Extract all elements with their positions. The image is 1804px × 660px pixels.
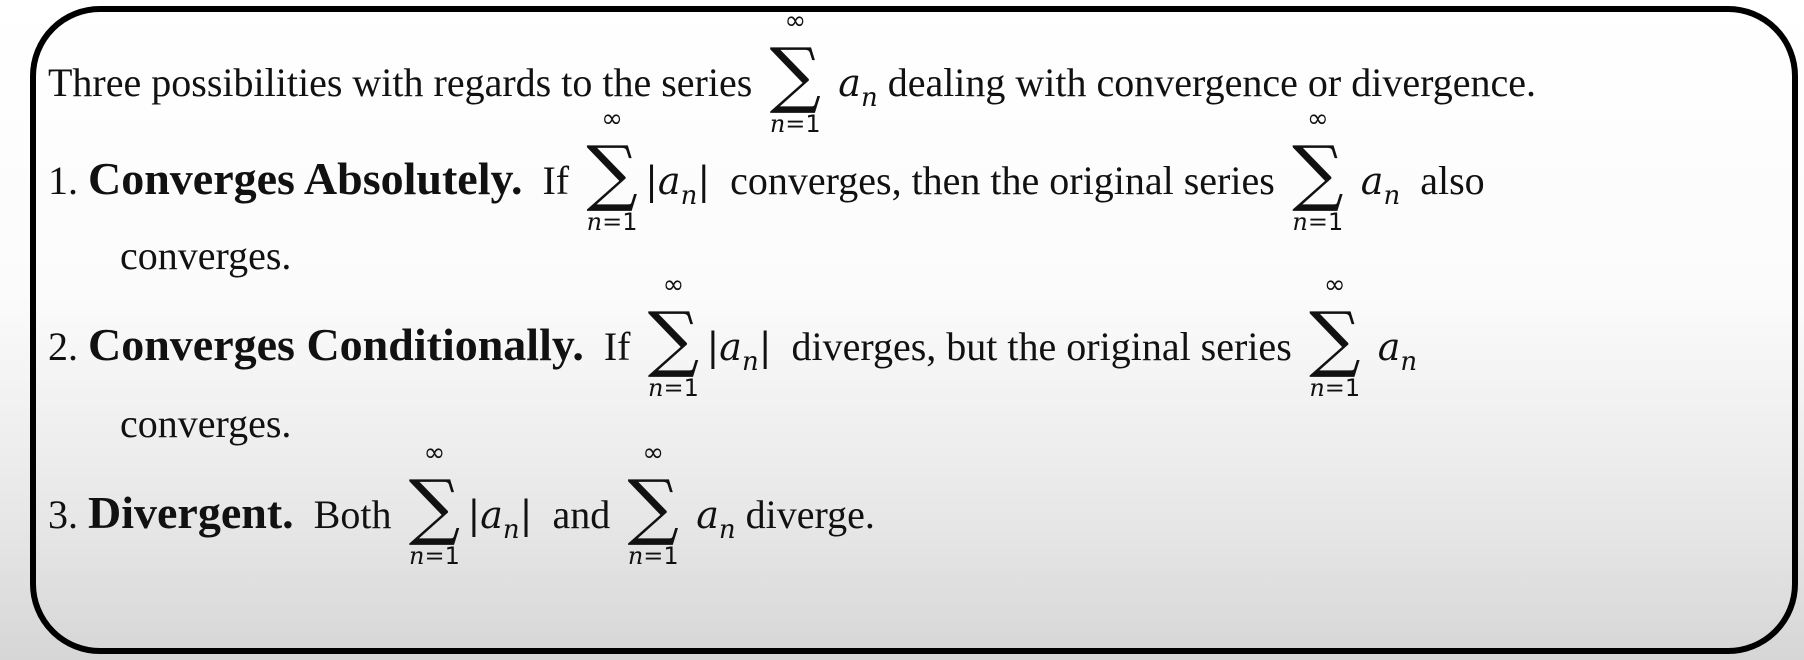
abs-series-term: |an| bbox=[706, 325, 772, 377]
summation-symbol: ∞ ∑ n=1 bbox=[766, 8, 824, 136]
intro-text-after: dealing with convergence or divergence. bbox=[887, 60, 1536, 105]
item-2-continuation: converges. bbox=[120, 401, 292, 446]
sum-lower-limit: n=1 bbox=[769, 110, 821, 138]
item-1-continuation: converges. bbox=[120, 233, 292, 278]
series-term: an bbox=[1360, 159, 1401, 211]
item-3-both: Both bbox=[313, 492, 392, 537]
summation-symbol: ∞ ∑ n=1 bbox=[624, 440, 682, 568]
abs-series-term: |an| bbox=[645, 159, 711, 211]
summation-symbol: ∞ ∑ n=1 bbox=[405, 440, 463, 568]
sigma-icon: ∑ bbox=[769, 32, 821, 116]
item-3-heading: Divergent. bbox=[88, 487, 294, 538]
series-term: an bbox=[838, 61, 878, 113]
summation-symbol: ∞ ∑ n=1 bbox=[1289, 106, 1347, 234]
sigma-icon: ∑ bbox=[627, 464, 679, 548]
abs-series-term: |an| bbox=[467, 493, 533, 545]
sigma-icon: ∑ bbox=[647, 296, 700, 380]
item-2-if: If bbox=[603, 324, 631, 369]
item-3-line: 3. Divergent. Both ∞ ∑ n=1 |an| and ∞ ∑ … bbox=[48, 440, 875, 568]
item-3-end: diverge. bbox=[745, 492, 875, 537]
series-term: an bbox=[696, 493, 736, 545]
summation-symbol: ∞ ∑ n=1 bbox=[1306, 272, 1364, 400]
sigma-icon: ∑ bbox=[586, 130, 638, 214]
item-3-and: and bbox=[552, 492, 611, 537]
summation-symbol: ∞ ∑ n=1 bbox=[644, 272, 702, 400]
item-1-end: also bbox=[1420, 158, 1485, 203]
item-1-line: 1. Converges Absolutely. If ∞ ∑ n=1 |an|… bbox=[48, 106, 1485, 234]
item-2-line: 2. Converges Conditionally. If ∞ ∑ n=1 |… bbox=[48, 272, 1418, 400]
sigma-icon: ∑ bbox=[1309, 296, 1361, 380]
sigma-icon: ∑ bbox=[408, 464, 461, 548]
item-2-mid: diverges, but the original series bbox=[791, 324, 1292, 369]
sigma-icon: ∑ bbox=[1292, 130, 1344, 214]
item-2-number: 2. bbox=[48, 324, 78, 369]
item-2-heading: Converges Conditionally. bbox=[88, 319, 584, 370]
item-1-number: 1. bbox=[48, 158, 78, 203]
series-term: an bbox=[1377, 325, 1418, 377]
intro-text-before: Three possibilities with regards to the … bbox=[48, 60, 753, 105]
item-1-if: If bbox=[542, 158, 570, 203]
item-1-mid: converges, then the original series bbox=[730, 158, 1275, 203]
summation-symbol: ∞ ∑ n=1 bbox=[583, 106, 641, 234]
sum-upper-limit: ∞ bbox=[784, 6, 807, 36]
item-1-heading: Converges Absolutely. bbox=[88, 153, 523, 204]
item-3-number: 3. bbox=[48, 492, 78, 537]
